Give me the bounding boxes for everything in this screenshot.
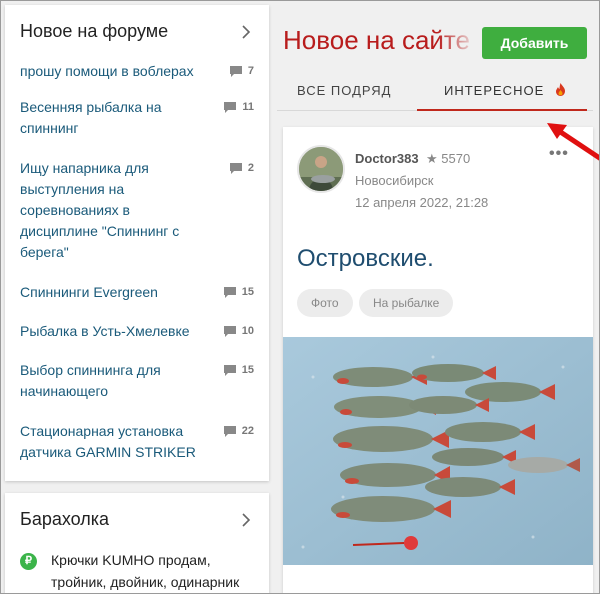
tab-interesting-label: ИНТЕРЕСНОЕ — [444, 83, 545, 98]
post-photo[interactable] — [283, 337, 593, 565]
forum-topic[interactable]: Рыбалка в Усть-Хмелевке 10 — [20, 321, 254, 342]
forum-header[interactable]: Новое на форуме — [20, 21, 255, 45]
forum-topic[interactable]: Стационарная установка датчика GARMIN ST… — [20, 421, 254, 463]
annotation-arrow-icon — [547, 123, 599, 161]
comment-count: 2 — [229, 158, 254, 179]
forum-topic[interactable]: Весенняя рыбалка на спиннинг 11 — [20, 97, 254, 139]
post-title[interactable]: Островские. — [297, 245, 434, 273]
comment-count: 15 — [223, 282, 254, 303]
forum-title: Новое на форуме — [20, 21, 169, 41]
topic-title[interactable]: Спиннинги Evergreen — [20, 282, 210, 303]
post-card: Doctor383 ★ 5570 Новосибирск 12 апреля 2… — [283, 127, 593, 593]
forum-card: Новое на форуме прошу помощи в воблерах … — [5, 5, 269, 481]
baraholka-card: Барахолка ₽ Крючки KUMHO продам, тройник… — [5, 493, 269, 593]
author-reputation: ★ 5570 — [426, 151, 471, 166]
post-date: 12 апреля 2022, 21:28 — [355, 195, 489, 210]
forum-topic[interactable]: Спиннинги Evergreen 15 — [20, 282, 254, 303]
comment-count: 7 — [229, 61, 254, 82]
topic-title[interactable]: Стационарная установка датчика GARMIN ST… — [20, 421, 210, 463]
comment-bubble-icon — [229, 66, 242, 77]
post-tag[interactable]: На рыбалке — [359, 289, 454, 317]
comment-count: 11 — [224, 97, 254, 118]
active-tab-indicator — [417, 109, 587, 111]
post-author[interactable]: Doctor383 — [355, 151, 419, 166]
topic-title[interactable]: Весенняя рыбалка на спиннинг — [20, 97, 210, 139]
avatar[interactable] — [297, 145, 345, 193]
ruble-icon: ₽ — [20, 553, 37, 570]
comment-bubble-icon — [224, 102, 237, 113]
tab-all[interactable]: ВСЕ ПОДРЯД — [297, 83, 391, 98]
comment-bubble-icon — [229, 163, 242, 174]
comment-count: 10 — [223, 321, 254, 342]
post-tag[interactable]: Фото — [297, 289, 353, 317]
comment-bubble-icon — [223, 287, 236, 298]
author-city: Новосибирск — [355, 173, 434, 188]
tab-interesting[interactable]: ИНТЕРЕСНОЕ — [444, 83, 566, 98]
forum-topic[interactable]: Выбор спиннинга для начинающего 15 — [20, 360, 254, 402]
chevron-right-icon[interactable] — [237, 511, 255, 529]
site-feed: Новое на сайте Добавить ВСЕ ПОДРЯД ИНТЕР… — [277, 5, 599, 593]
topic-title[interactable]: Рыбалка в Усть-Хмелевке — [20, 321, 210, 342]
topic-title[interactable]: прошу помощи в воблерах — [20, 61, 210, 82]
baraholka-title: Барахолка — [20, 509, 110, 529]
comment-bubble-icon — [223, 326, 236, 337]
add-button[interactable]: Добавить — [482, 27, 587, 59]
feed-tabs: ВСЕ ПОДРЯД ИНТЕРЕСНОЕ — [277, 75, 593, 111]
forum-topic[interactable]: Ищу напарника для выступления на соревно… — [20, 158, 254, 263]
chevron-right-icon[interactable] — [237, 23, 255, 41]
title-fade — [437, 23, 477, 59]
topic-title[interactable]: Ищу напарника для выступления на соревно… — [20, 158, 210, 263]
screenshot-frame: Новое на форуме прошу помощи в воблерах … — [0, 0, 600, 594]
comment-count: 22 — [223, 421, 254, 442]
comment-bubble-icon — [223, 365, 236, 376]
comment-count: 15 — [223, 360, 254, 381]
baraholka-header[interactable]: Барахолка — [20, 509, 255, 533]
comment-bubble-icon — [223, 426, 236, 437]
forum-topic[interactable]: прошу помощи в воблерах 7 — [20, 61, 254, 82]
baraholka-item-text[interactable]: Крючки KUMHO продам, тройник, двойник, о… — [51, 549, 261, 593]
fire-icon — [555, 83, 565, 96]
topic-title[interactable]: Выбор спиннинга для начинающего — [20, 360, 210, 402]
